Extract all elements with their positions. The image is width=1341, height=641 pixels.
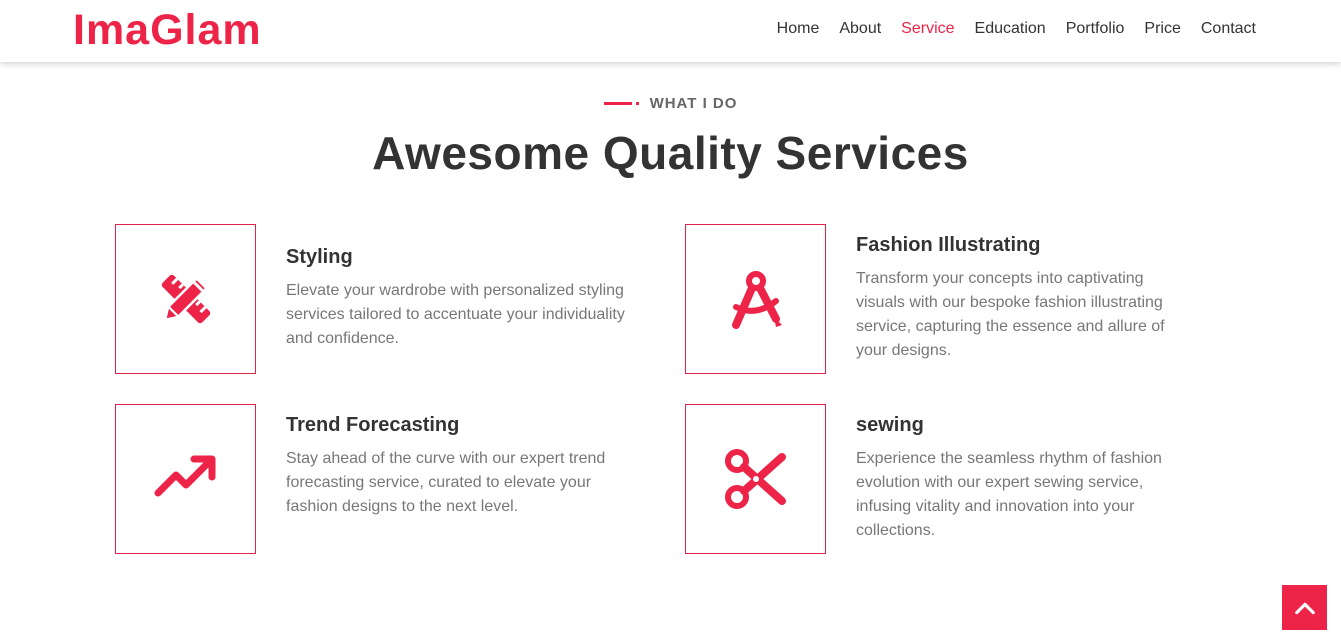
service-icon-box — [115, 404, 256, 554]
services-section-header: WHAT I DO Awesome Quality Services — [0, 92, 1341, 180]
service-card-fashion-illustrating: Fashion Illustrating Transform your conc… — [685, 224, 1205, 374]
service-description: Elevate your wardrobe with personalized … — [286, 282, 625, 347]
service-card-sewing: sewing Experience the seamless rhythm of… — [685, 404, 1205, 554]
brand-logo[interactable]: ImaGlam — [73, 6, 262, 55]
service-text: Fashion Illustrating Transform your conc… — [856, 234, 1196, 363]
nav-item-service[interactable]: Service — [901, 20, 954, 38]
chevron-up-icon — [1294, 602, 1315, 614]
service-title: Trend Forecasting — [286, 414, 460, 436]
nav-item-portfolio[interactable]: Portfolio — [1066, 20, 1125, 38]
service-card-styling: Styling Elevate your wardrobe with perso… — [115, 224, 635, 374]
service-icon-box — [115, 224, 256, 374]
service-icon-box — [685, 224, 826, 374]
site-header: ImaGlam Home About Service Education Por… — [0, 0, 1341, 62]
service-card-trend-forecasting: Trend Forecasting Stay ahead of the curv… — [115, 404, 635, 554]
back-to-top-button[interactable] — [1282, 585, 1327, 630]
service-text: Trend Forecasting Stay ahead of the curv… — [286, 414, 626, 519]
trend-up-arrow-icon — [154, 455, 215, 497]
service-description: Stay ahead of the curve with our expert … — [286, 450, 606, 515]
scissors-icon — [724, 449, 786, 509]
compass-drafting-icon — [731, 271, 782, 329]
service-icon-box — [685, 404, 826, 554]
eyebrow-divider — [603, 102, 640, 105]
service-title: Fashion Illustrating — [856, 234, 1041, 256]
nav-item-contact[interactable]: Contact — [1201, 20, 1256, 38]
eyebrow-label: WHAT I DO — [649, 95, 738, 112]
nav-item-price[interactable]: Price — [1144, 20, 1180, 38]
service-title: Styling — [286, 246, 353, 268]
section-eyebrow: WHAT I DO — [603, 95, 738, 112]
service-title: sewing — [856, 414, 924, 436]
service-description: Transform your concepts into captivating… — [856, 270, 1165, 359]
pencil-ruler-icon — [161, 274, 210, 324]
section-title: Awesome Quality Services — [372, 127, 969, 179]
service-text: Styling Elevate your wardrobe with perso… — [286, 246, 626, 351]
service-description: Experience the seamless rhythm of fashio… — [856, 450, 1162, 539]
nav-item-education[interactable]: Education — [975, 20, 1046, 38]
nav-item-about[interactable]: About — [839, 20, 881, 38]
service-text: sewing Experience the seamless rhythm of… — [856, 414, 1196, 543]
main-nav: Home About Service Education Portfolio P… — [777, 20, 1256, 38]
nav-item-home[interactable]: Home — [777, 20, 820, 38]
